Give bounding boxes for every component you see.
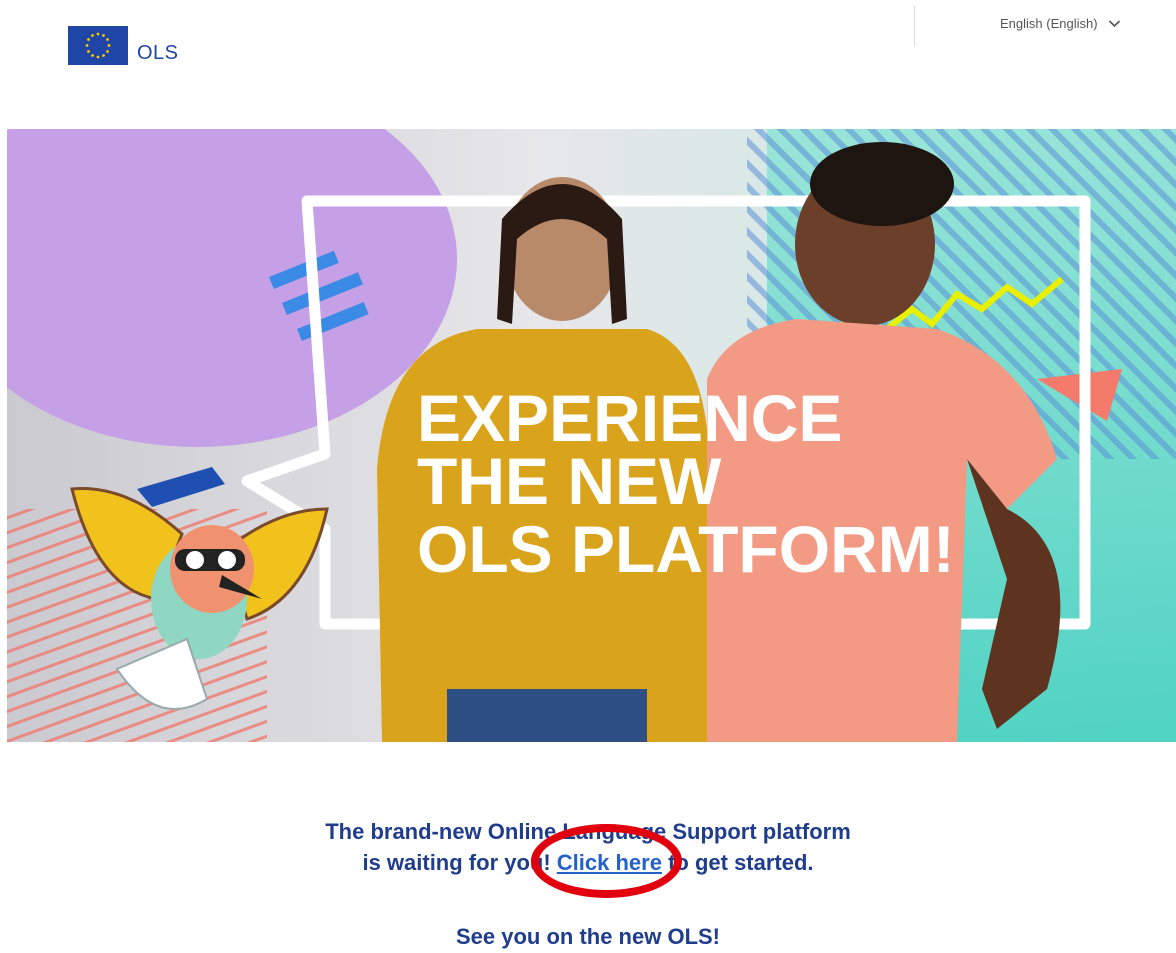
hero-headline-line3: OLS PLATFORM! xyxy=(417,512,955,586)
message-line2-start: is waiting for you! xyxy=(362,850,557,875)
language-selected-value: English (English) xyxy=(1000,16,1098,31)
ols-logo-text[interactable]: OLS xyxy=(137,42,179,65)
info-message: The brand-new Online Language Support pl… xyxy=(0,816,1176,878)
chevron-down-icon xyxy=(1108,20,1120,28)
hero-headline-line2: THE NEW xyxy=(417,444,722,518)
message-line2-end: to get started. xyxy=(661,850,814,875)
eu-stars-icon xyxy=(85,32,111,59)
farewell-text: See you on the new OLS! xyxy=(455,924,721,949)
site-header: OLS English (English) xyxy=(0,0,1176,100)
language-selector[interactable]: English (English) xyxy=(1000,16,1121,31)
hero-banner: EXPERIENCE THE NEW OLS PLATFORM! xyxy=(7,129,1176,742)
message-line2: is waiting for you! Click here to get st… xyxy=(0,847,1176,878)
click-here-link[interactable]: Click here xyxy=(557,850,662,875)
message-line1: The brand-new Online Language Support pl… xyxy=(325,819,851,844)
eu-flag-logo[interactable] xyxy=(68,26,128,65)
hero-illustration: EXPERIENCE THE NEW OLS PLATFORM! xyxy=(7,129,1176,742)
header-divider xyxy=(914,6,915,46)
